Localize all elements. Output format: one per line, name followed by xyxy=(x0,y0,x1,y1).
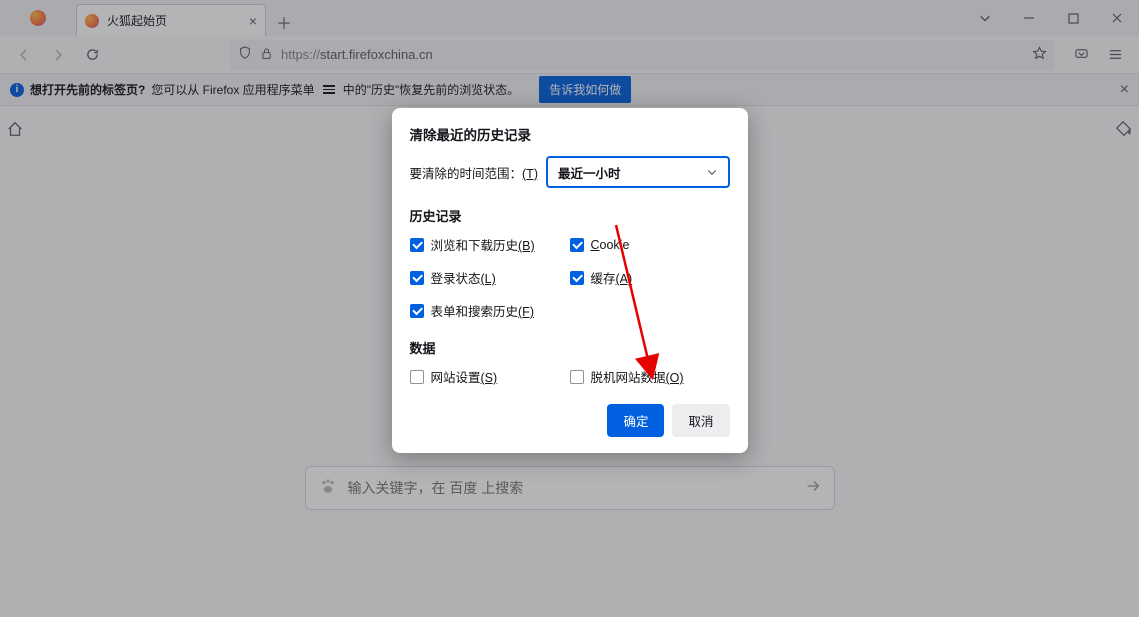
dialog-title: 清除最近的历史记录 xyxy=(410,124,730,144)
check-site-settings[interactable]: 网站设置(S) xyxy=(410,367,570,386)
check-label: 脱机网站数据(O) xyxy=(591,367,684,386)
checkbox-icon xyxy=(410,238,424,252)
check-browse-history[interactable]: 浏览和下载历史(B) xyxy=(410,235,570,254)
cancel-button[interactable]: 取消 xyxy=(672,404,729,437)
history-checks: 浏览和下载历史(B) Cookie 登录状态(L) 缓存(A) 表单和搜索历史(… xyxy=(410,235,730,320)
check-cookie[interactable]: Cookie xyxy=(570,235,730,254)
chevron-down-icon xyxy=(706,166,718,178)
dialog-actions: 确定 取消 xyxy=(410,404,730,437)
checkbox-icon xyxy=(410,370,424,384)
check-label: 网站设置(S) xyxy=(431,367,498,386)
checkbox-icon xyxy=(570,238,584,252)
check-login[interactable]: 登录状态(L) xyxy=(410,268,570,287)
checkbox-icon xyxy=(410,271,424,285)
check-label: 浏览和下载历史(B) xyxy=(431,235,535,254)
clear-history-dialog: 清除最近的历史记录 要清除的时间范围：(T) 最近一小时 历史记录 浏览和下载历… xyxy=(392,108,748,453)
checkbox-icon xyxy=(570,370,584,384)
data-checks: 网站设置(S) 脱机网站数据(O) xyxy=(410,367,730,386)
checkbox-icon xyxy=(570,271,584,285)
ok-button[interactable]: 确定 xyxy=(607,404,664,437)
check-label: 缓存(A) xyxy=(591,268,633,287)
check-offline-data[interactable]: 脱机网站数据(O) xyxy=(570,367,730,386)
section-data: 数据 xyxy=(410,338,730,357)
check-label: 表单和搜索历史(F) xyxy=(431,301,534,320)
check-forms[interactable]: 表单和搜索历史(F) xyxy=(410,301,570,320)
time-range-row: 要清除的时间范围：(T) 最近一小时 xyxy=(410,156,730,188)
time-range-select[interactable]: 最近一小时 xyxy=(546,156,730,188)
section-history: 历史记录 xyxy=(410,206,730,225)
check-cache[interactable]: 缓存(A) xyxy=(570,268,730,287)
checkbox-icon xyxy=(410,304,424,318)
check-label: Cookie xyxy=(591,238,630,252)
check-label: 登录状态(L) xyxy=(431,268,496,287)
time-range-label: 要清除的时间范围：(T) xyxy=(410,163,538,182)
time-range-value: 最近一小时 xyxy=(558,163,621,182)
